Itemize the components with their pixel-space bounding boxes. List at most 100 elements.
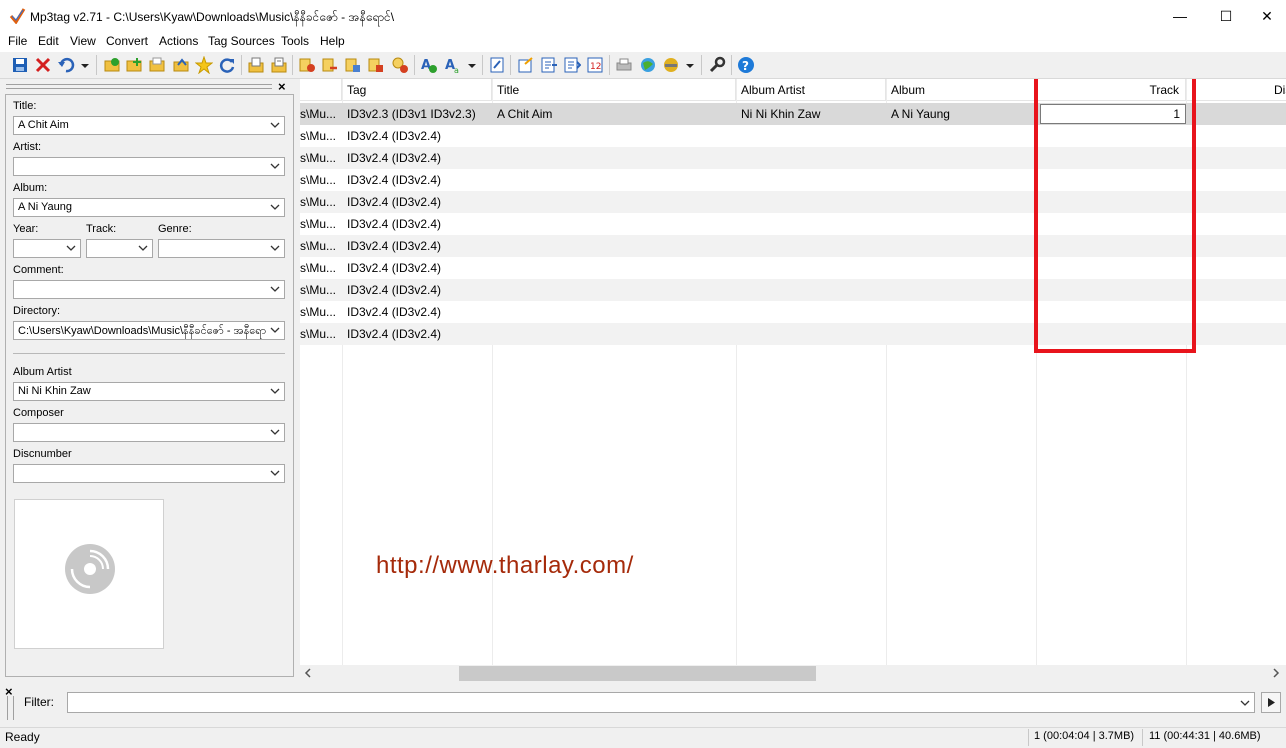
tag-to-filename-icon[interactable] (298, 56, 316, 74)
column-header-album-label: Album (891, 83, 926, 97)
tag-sources-icon[interactable] (662, 56, 680, 74)
column-header-album[interactable]: Album (886, 79, 1036, 101)
close-button[interactable]: ✕ (1244, 0, 1286, 32)
export-icon[interactable] (247, 56, 265, 74)
open-folder-icon[interactable] (148, 56, 166, 74)
export-cover-icon[interactable] (563, 56, 581, 74)
maximize-button[interactable]: ☐ (1203, 0, 1249, 32)
discnumber-field[interactable] (13, 464, 285, 483)
cell-album-artist: Ni Ni Khin Zaw (741, 107, 821, 121)
column-header-discnumber[interactable]: Dis (1186, 79, 1286, 101)
composer-field[interactable] (13, 423, 285, 442)
album-artist-value: Ni Ni Khin Zaw (18, 385, 91, 397)
menu-file[interactable]: File (8, 34, 27, 48)
chevron-down-icon[interactable] (269, 324, 281, 336)
filename-to-filename-icon[interactable] (391, 56, 409, 74)
toolbar-separator (241, 55, 242, 75)
chevron-down-icon[interactable] (269, 119, 281, 131)
year-field[interactable] (13, 239, 81, 258)
filter-go-button[interactable] (1261, 692, 1281, 713)
numbering-icon[interactable]: 12 (586, 56, 604, 74)
undo-dropdown-icon[interactable] (79, 56, 91, 74)
web-source-icon[interactable] (639, 56, 657, 74)
directory-field[interactable]: C:\Users\Kyaw\Downloads\Music\နီနီခင်ဇော… (13, 321, 285, 340)
export-folder-icon[interactable] (172, 56, 190, 74)
menu-edit[interactable]: Edit (38, 34, 59, 48)
chevron-down-icon[interactable] (65, 242, 77, 254)
toolbar-separator (731, 55, 732, 75)
undo-icon[interactable] (57, 56, 75, 74)
scrollbar-thumb[interactable] (459, 666, 816, 681)
cover-art-area[interactable] (14, 499, 164, 649)
playlist-icon[interactable] (270, 56, 288, 74)
add-directory-icon[interactable] (125, 56, 143, 74)
svg-text:12: 12 (590, 62, 601, 72)
options-wrench-icon[interactable] (708, 56, 726, 74)
cell-path: s\Mu... (300, 107, 337, 121)
toolbar-separator (414, 55, 415, 75)
column-header-title-label: Title (497, 83, 520, 97)
chevron-down-icon[interactable] (269, 467, 281, 479)
change-directory-icon[interactable] (103, 56, 121, 74)
extended-tags-icon[interactable] (488, 56, 506, 74)
save-icon[interactable] (11, 56, 29, 74)
favorite-star-icon[interactable] (195, 56, 213, 74)
column-header-tag[interactable]: Tag (342, 79, 492, 101)
cell-path: s\Mu... (300, 305, 337, 319)
chevron-down-icon[interactable] (269, 283, 281, 295)
cell-tag: ID3v2.4 (ID3v2.4) (347, 129, 442, 143)
scroll-right-icon[interactable] (1271, 668, 1281, 678)
menu-help[interactable]: Help (320, 34, 345, 48)
column-header-title[interactable]: Title (492, 79, 736, 101)
import-cover-icon[interactable] (540, 56, 558, 74)
scroll-left-icon[interactable] (303, 668, 313, 678)
genre-field[interactable] (158, 239, 285, 258)
album-field[interactable]: A Ni Yaung (13, 198, 285, 217)
menu-tag-sources[interactable]: Tag Sources (208, 34, 275, 48)
minimize-button[interactable]: — (1157, 0, 1203, 32)
column-header-album-artist[interactable]: Album Artist (736, 79, 886, 101)
filter-grip[interactable] (7, 696, 14, 720)
filter-input[interactable] (67, 692, 1255, 713)
discnumber-label: Discnumber (13, 448, 72, 460)
track-field[interactable] (86, 239, 153, 258)
album-artist-field[interactable]: Ni Ni Khin Zaw (13, 382, 285, 401)
actions-icon[interactable]: A (420, 56, 438, 74)
chevron-down-icon[interactable] (269, 426, 281, 438)
column-header-album-artist-label: Album Artist (741, 83, 806, 97)
chevron-down-icon[interactable] (269, 201, 281, 213)
help-icon[interactable]: ? (737, 56, 755, 74)
menu-actions[interactable]: Actions (159, 34, 198, 48)
comment-field[interactable] (13, 280, 285, 299)
cell-tag: ID3v2.4 (ID3v2.4) (347, 195, 442, 209)
autonumber-wizard-icon[interactable] (517, 56, 535, 74)
panel-close-icon[interactable]: × (278, 79, 286, 94)
print-icon[interactable] (615, 56, 633, 74)
menu-convert[interactable]: Convert (106, 34, 148, 48)
chevron-down-icon[interactable] (1239, 697, 1251, 709)
actions-dropdown-icon[interactable] (466, 56, 478, 74)
menu-view[interactable]: View (70, 34, 96, 48)
quick-actions-icon[interactable]: Aa (444, 56, 462, 74)
horizontal-scrollbar[interactable] (300, 665, 1286, 682)
column-header-path[interactable] (300, 79, 342, 101)
panel-grip[interactable] (6, 84, 272, 89)
remove-tag-icon[interactable] (34, 56, 52, 74)
chevron-down-icon[interactable] (269, 385, 281, 397)
chevron-down-icon[interactable] (137, 242, 149, 254)
album-artist-label: Album Artist (13, 366, 72, 378)
refresh-icon[interactable] (218, 56, 236, 74)
title-field[interactable]: A Chit Aim (13, 116, 285, 135)
menu-tools[interactable]: Tools (281, 34, 309, 48)
tag-sources-dropdown-icon[interactable] (684, 56, 696, 74)
chevron-down-icon[interactable] (269, 242, 281, 254)
text-file-to-tag-icon[interactable] (367, 56, 385, 74)
tag-to-tag-icon[interactable] (344, 56, 362, 74)
cell-tag: ID3v2.4 (ID3v2.4) (347, 327, 442, 341)
artist-field[interactable] (13, 157, 285, 176)
cell-tag: ID3v2.3 (ID3v1 ID3v2.3) (347, 107, 476, 121)
status-selected: 1 (00:04:04 | 3.7MB) (1034, 730, 1135, 742)
file-list-grid: Tag Title Album Artist Album ^ Track Di s… (300, 79, 1286, 665)
filename-to-tag-icon[interactable] (321, 56, 339, 74)
chevron-down-icon[interactable] (269, 160, 281, 172)
